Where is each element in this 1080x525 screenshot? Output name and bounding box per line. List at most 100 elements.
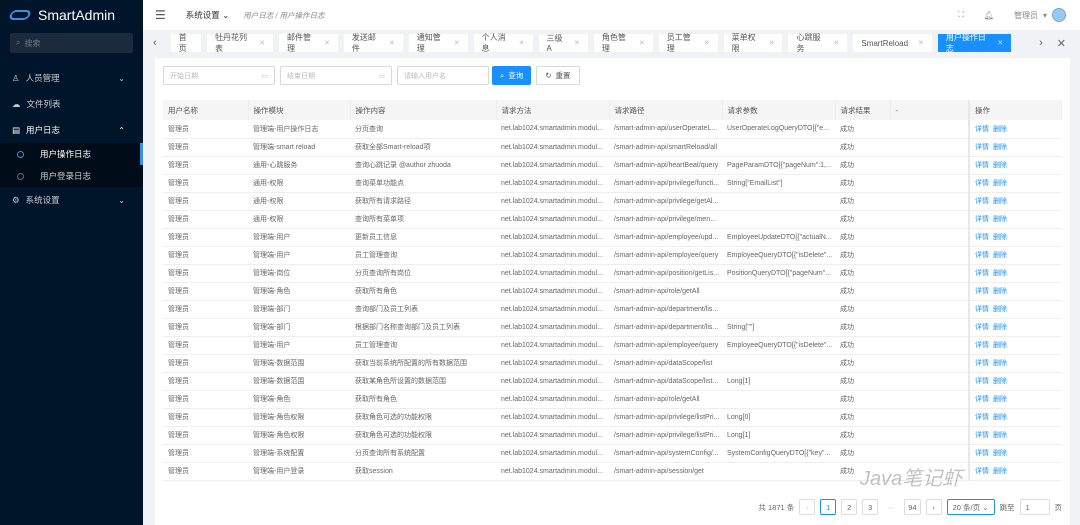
close-icon[interactable]: ✕ xyxy=(769,39,775,47)
delete-link[interactable]: 删除 xyxy=(993,252,1007,259)
tab[interactable]: 个人消息 ✕ xyxy=(473,33,533,53)
actions-cell: 详情 删除 xyxy=(968,246,1061,265)
tab[interactable]: 首页 xyxy=(170,33,201,53)
close-all-tabs-icon[interactable]: ✕ xyxy=(1057,37,1066,50)
next-page-button[interactable]: › xyxy=(925,499,942,515)
sidebar-item[interactable]: ⚙ 系统设置 ⌄ xyxy=(0,187,143,213)
delete-link[interactable]: 删除 xyxy=(993,234,1007,241)
page-button[interactable]: 3 xyxy=(862,499,879,515)
close-icon[interactable]: ✕ xyxy=(639,39,645,47)
delete-link[interactable]: 删除 xyxy=(993,126,1007,133)
close-icon[interactable]: ✕ xyxy=(259,39,265,47)
page-size-select[interactable]: 20 条/页 ⌄ xyxy=(946,499,995,515)
delete-link[interactable]: 删除 xyxy=(993,162,1007,169)
delete-link[interactable]: 删除 xyxy=(993,198,1007,205)
tab[interactable]: 发送邮件 ✕ xyxy=(343,33,403,53)
sidebar-item[interactable]: ♙ 人员管理 ⌄ xyxy=(0,65,143,91)
delete-link[interactable]: 删除 xyxy=(993,288,1007,295)
tab[interactable]: 邮件管理 ✕ xyxy=(279,33,338,53)
bell-icon[interactable]: 🔔︎ xyxy=(984,11,994,20)
breadcrumb-item[interactable]: 用户日志 xyxy=(243,11,273,20)
delete-link[interactable]: 删除 xyxy=(993,306,1007,313)
detail-link[interactable]: 详情 xyxy=(975,162,989,169)
detail-link[interactable]: 详情 xyxy=(975,126,989,133)
close-icon[interactable]: ✕ xyxy=(997,39,1003,47)
detail-link[interactable]: 详情 xyxy=(975,306,989,313)
delete-link[interactable]: 删除 xyxy=(993,432,1007,439)
tabs-scroll-right-icon[interactable]: › xyxy=(1039,37,1043,49)
close-icon[interactable]: ✕ xyxy=(918,39,924,47)
tab[interactable]: 用户操作日志 ✕ xyxy=(937,33,1012,53)
detail-link[interactable]: 详情 xyxy=(975,414,989,421)
detail-link[interactable]: 详情 xyxy=(975,252,989,259)
delete-link[interactable]: 删除 xyxy=(993,378,1007,385)
close-icon[interactable]: ✕ xyxy=(519,39,525,47)
close-icon[interactable]: ✕ xyxy=(833,39,839,47)
fullscreen-icon[interactable]: ⛶ xyxy=(958,10,964,20)
close-icon[interactable]: ✕ xyxy=(704,39,710,47)
detail-link[interactable]: 详情 xyxy=(975,198,989,205)
tab[interactable]: 心跳服务 ✕ xyxy=(788,33,848,53)
menu-toggle-icon[interactable]: ☰ xyxy=(155,8,166,22)
detail-link[interactable]: 详情 xyxy=(975,288,989,295)
detail-link[interactable]: 详情 xyxy=(975,234,989,241)
top-menu-dropdown[interactable]: 系统设置 ⌄ xyxy=(186,9,230,21)
tabs-scroll-left-icon[interactable]: ‹ xyxy=(153,37,157,49)
delete-link[interactable]: 删除 xyxy=(993,414,1007,421)
query-button[interactable]: ⌕ 查询 xyxy=(492,66,532,85)
page-button[interactable]: 2 xyxy=(841,499,858,515)
detail-link[interactable]: 详情 xyxy=(975,144,989,151)
detail-link[interactable]: 详情 xyxy=(975,180,989,187)
delete-link[interactable]: 删除 xyxy=(993,180,1007,187)
detail-link[interactable]: 详情 xyxy=(975,270,989,277)
delete-link[interactable]: 删除 xyxy=(993,216,1007,223)
close-icon[interactable]: ✕ xyxy=(324,39,330,47)
close-icon[interactable]: ✕ xyxy=(454,39,460,47)
user-menu[interactable]: 管理员 ▾ xyxy=(1014,8,1066,22)
page-button[interactable]: 94 xyxy=(904,499,921,515)
detail-link[interactable]: 详情 xyxy=(975,342,989,349)
tab[interactable]: 角色管理 ✕ xyxy=(593,33,653,53)
detail-link[interactable]: 详情 xyxy=(975,432,989,439)
delete-link[interactable]: 删除 xyxy=(993,360,1007,367)
tab[interactable]: 牡丹花列表 ✕ xyxy=(207,33,274,53)
menu-search-input[interactable]: ⌕ 搜索 xyxy=(10,33,133,53)
detail-link[interactable]: 详情 xyxy=(975,450,989,457)
detail-link[interactable]: 详情 xyxy=(975,360,989,367)
delete-link[interactable]: 删除 xyxy=(993,342,1007,349)
sidebar-item[interactable]: ☁ 文件列表 xyxy=(0,91,143,117)
prev-page-button[interactable]: ‹ xyxy=(799,499,816,515)
table-cell xyxy=(890,246,969,265)
sidebar-subitem[interactable]: 用户登录日志 xyxy=(0,165,143,187)
delete-link[interactable]: 删除 xyxy=(993,144,1007,151)
username-input[interactable]: 请输入用户名 xyxy=(397,66,489,85)
page-button[interactable]: ··· xyxy=(883,499,899,515)
start-date-input[interactable]: 开始日期 ▭ xyxy=(163,66,275,85)
delete-link[interactable]: 删除 xyxy=(993,450,1007,457)
sidebar-item[interactable]: ▤ 用户日志 ⌃ xyxy=(0,117,143,143)
sidebar-subitem[interactable]: 用户操作日志 xyxy=(0,143,143,165)
end-date-placeholder: 结束日期 xyxy=(287,72,315,80)
tab[interactable]: SmartReload ✕ xyxy=(853,34,932,52)
tab[interactable]: 菜单权限 ✕ xyxy=(723,33,783,53)
detail-link[interactable]: 详情 xyxy=(975,468,989,475)
tab[interactable]: 员工管理 ✕ xyxy=(658,33,718,53)
close-icon[interactable]: ✕ xyxy=(574,39,580,47)
page-button[interactable]: 1 xyxy=(820,499,837,515)
tab[interactable]: 通知管理 ✕ xyxy=(408,33,468,53)
delete-link[interactable]: 删除 xyxy=(993,270,1007,277)
tab-label: 菜单权限 xyxy=(731,33,756,53)
tab[interactable]: 三级A ✕ xyxy=(538,34,588,53)
detail-link[interactable]: 详情 xyxy=(975,378,989,385)
close-icon[interactable]: ✕ xyxy=(389,39,395,47)
detail-link[interactable]: 详情 xyxy=(975,216,989,223)
delete-link[interactable]: 删除 xyxy=(993,468,1007,475)
delete-link[interactable]: 删除 xyxy=(993,396,1007,403)
reset-button[interactable]: ↻ 重置 xyxy=(536,66,580,85)
jump-page-input[interactable]: 1 xyxy=(1019,499,1050,515)
delete-link[interactable]: 删除 xyxy=(993,324,1007,331)
app-logo[interactable]: SmartAdmin xyxy=(0,0,143,30)
detail-link[interactable]: 详情 xyxy=(975,396,989,403)
end-date-input[interactable]: 结束日期 ▭ xyxy=(280,66,392,85)
detail-link[interactable]: 详情 xyxy=(975,324,989,331)
